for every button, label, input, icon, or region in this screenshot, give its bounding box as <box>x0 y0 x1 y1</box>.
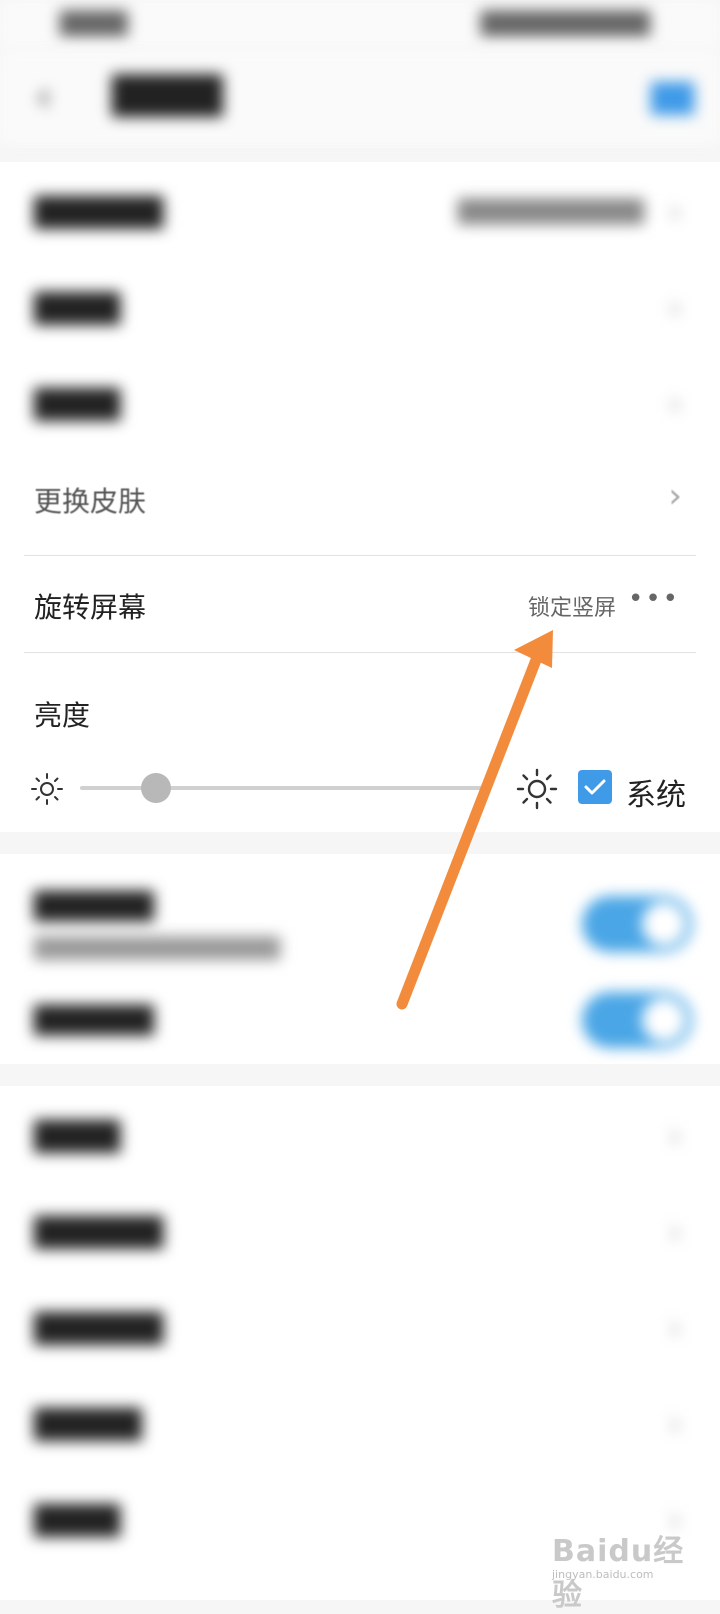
watermark-url: jingyan.baidu.com <box>552 1568 654 1581</box>
baidu-watermark: Baidu经验 jingyan.baidu.com <box>552 1522 702 1613</box>
annotation-arrow <box>396 630 553 1010</box>
